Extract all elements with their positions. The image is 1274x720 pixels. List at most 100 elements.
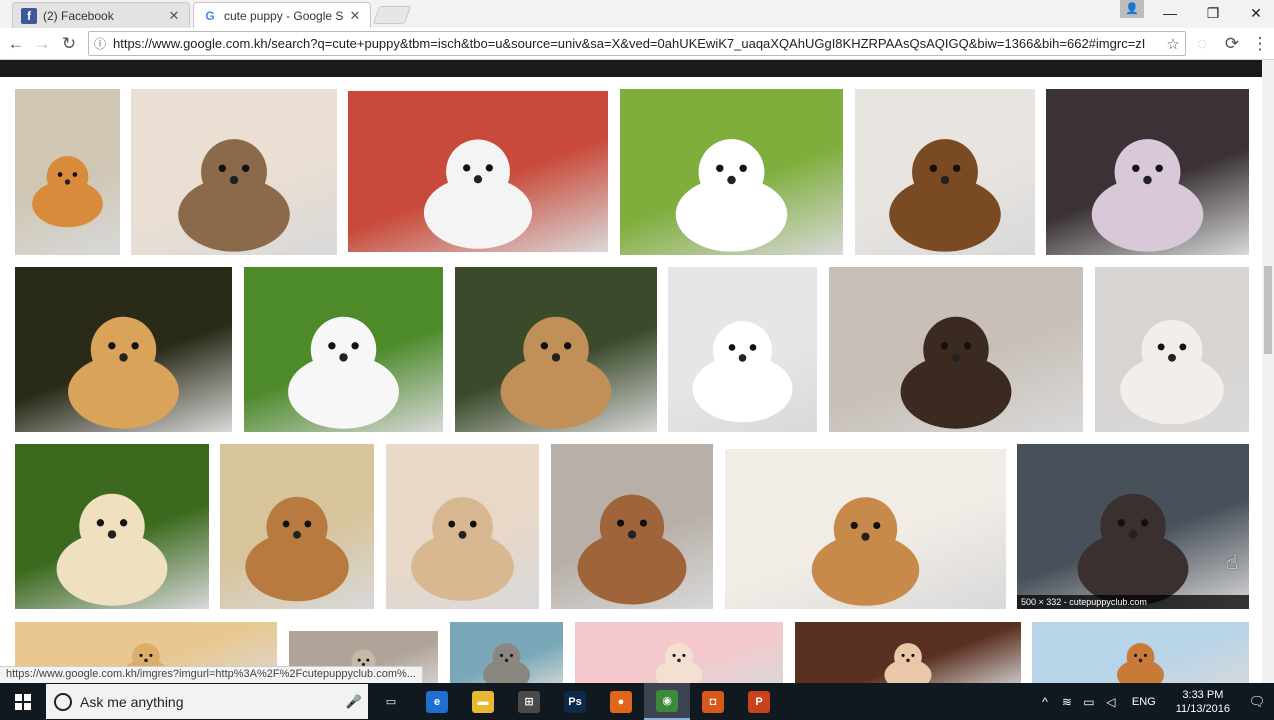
browser-tab-strip: f (2) Facebook ✕ G cute puppy - Google S… xyxy=(0,0,1274,28)
image-result-pomeranian-hand[interactable] xyxy=(131,89,337,255)
taskbar-app-photoshop[interactable]: Ps xyxy=(552,683,598,720)
tab-cute-puppy[interactable]: G cute puppy - Google Sea ✕ xyxy=(193,2,371,28)
puppy-eye xyxy=(749,344,757,351)
puppy-head xyxy=(492,643,521,671)
puppy-eye xyxy=(149,653,153,657)
volume-icon[interactable]: ◁ xyxy=(1100,695,1122,709)
puppy-eye xyxy=(563,342,572,350)
image-result-white-pom-fluffy[interactable] xyxy=(668,267,817,432)
puppy-nose xyxy=(951,353,961,362)
user-profile-icon[interactable]: 👤 xyxy=(1120,0,1144,18)
image-result-teacup-white-puppy[interactable] xyxy=(348,91,608,252)
puppy-nose xyxy=(727,175,736,185)
new-tab-button[interactable] xyxy=(372,6,412,24)
image-result-husky-yawning[interactable]: 500 × 332 - cutepuppyclub.com xyxy=(1017,444,1249,609)
tab-title: (2) Facebook xyxy=(43,8,114,23)
action-center-icon[interactable]: 🗨 xyxy=(1240,694,1274,710)
photoshop-icon: Ps xyxy=(564,690,586,713)
image-result-maltese-in-hand[interactable] xyxy=(1095,267,1249,432)
taskbar-app-powerpoint[interactable]: P xyxy=(736,683,782,720)
microphone-icon[interactable]: 🎤 xyxy=(340,694,368,710)
puppy-eye xyxy=(728,344,736,351)
puppy-eye xyxy=(940,342,949,350)
taskbar-app-edge[interactable]: e xyxy=(414,683,460,720)
tab-facebook[interactable]: f (2) Facebook ✕ xyxy=(12,2,190,28)
image-hover-caption: 500 × 332 - cutepuppyclub.com xyxy=(1017,595,1249,609)
puppy-illustration xyxy=(884,643,932,683)
cortana-search-box[interactable]: Ask me anything 🎤 xyxy=(46,684,368,719)
maximize-button[interactable]: ❐ xyxy=(1193,0,1233,26)
puppy-head xyxy=(1114,139,1181,205)
image-result-golden-puppy-bowtie[interactable] xyxy=(551,444,713,609)
taskbar-app-task-view[interactable]: ▭ xyxy=(368,683,414,720)
language-indicator[interactable]: ENG xyxy=(1132,696,1156,708)
site-info-icon[interactable]: ⓘ xyxy=(89,35,111,52)
puppy-eye xyxy=(540,342,549,350)
close-tab-icon[interactable]: ✕ xyxy=(348,8,362,23)
puppy-eye xyxy=(469,520,477,528)
image-result-bulldog-puppy[interactable] xyxy=(220,444,374,609)
forward-button[interactable]: → xyxy=(30,32,54,56)
puppy-nose xyxy=(504,658,509,663)
reload-button[interactable]: ↻ xyxy=(57,32,81,56)
puppy-illustration xyxy=(32,156,103,228)
address-bar[interactable]: ⓘ https://www.google.com.kh/search?q=cut… xyxy=(88,31,1186,56)
puppy-eye xyxy=(672,653,676,657)
image-result-pink-blanket-puppy[interactable] xyxy=(575,622,783,683)
start-button[interactable] xyxy=(0,683,46,720)
extension-icon[interactable]: ◌ xyxy=(1190,32,1214,56)
image-result-two-puppies-running[interactable] xyxy=(455,267,657,432)
battery-icon[interactable]: ▭ xyxy=(1078,695,1100,709)
puppy-nose xyxy=(1143,175,1152,185)
image-result-beagle-puppy-lying[interactable] xyxy=(855,89,1035,255)
image-result-lab-and-kitten[interactable] xyxy=(15,444,209,609)
taskbar-app-file-explorer[interactable]: ▬ xyxy=(460,683,506,720)
image-result-three-golden-puppies[interactable] xyxy=(15,267,232,432)
wifi-icon[interactable]: ≋ xyxy=(1056,695,1078,709)
image-result-pomeranian-orange[interactable] xyxy=(15,89,120,255)
puppy-nose xyxy=(940,175,950,185)
puppy-head xyxy=(446,139,510,204)
page-scrollbar[interactable] xyxy=(1262,60,1274,683)
edge-icon: e xyxy=(426,690,448,713)
puppy-eye xyxy=(108,342,116,350)
image-result-puppies-basket-partial[interactable] xyxy=(795,622,1021,683)
scroll-thumb[interactable] xyxy=(1264,266,1272,354)
chevron-up-icon[interactable]: ^ xyxy=(1034,695,1056,709)
puppy-eye xyxy=(901,653,905,657)
menu-icon[interactable]: ⋮ xyxy=(1248,32,1272,56)
image-result-gray-puppy-partial[interactable] xyxy=(450,622,563,683)
taskbar-app-app-orange[interactable]: ◘ xyxy=(690,683,736,720)
taskbar-app-chrome[interactable]: ◉ xyxy=(644,683,690,720)
image-result-corgi-partial[interactable] xyxy=(1032,622,1249,683)
puppy-eye xyxy=(682,653,686,657)
puppy-illustration xyxy=(655,643,703,683)
puppy-eye xyxy=(850,521,858,529)
taskbar-app-store[interactable]: ⊞ xyxy=(506,683,552,720)
image-result-white-pom-grass[interactable] xyxy=(620,89,843,255)
image-result-puppies-in-clothes[interactable] xyxy=(1046,89,1249,255)
puppy-illustration xyxy=(692,321,793,423)
puppy-nose xyxy=(293,530,301,539)
close-window-button[interactable]: ✕ xyxy=(1236,0,1274,26)
bookmark-star-icon[interactable]: ☆ xyxy=(1161,35,1185,53)
clock[interactable]: 3:33 PM 11/13/2016 xyxy=(1176,688,1230,716)
puppy-nose xyxy=(64,179,71,185)
url-text[interactable]: https://www.google.com.kh/search?q=cute+… xyxy=(111,36,1161,51)
image-result-white-puppy-duckling[interactable] xyxy=(244,267,443,432)
close-tab-icon[interactable]: ✕ xyxy=(167,8,181,23)
puppy-eye xyxy=(131,342,139,350)
image-result-beagle-walking[interactable] xyxy=(829,267,1083,432)
back-button[interactable]: ← xyxy=(4,32,28,56)
image-result-corgi-sleeping[interactable] xyxy=(725,449,1006,609)
taskbar-app-firefox[interactable]: ● xyxy=(598,683,644,720)
puppy-nose xyxy=(738,354,747,362)
extension-sync-icon[interactable]: ⟳ xyxy=(1220,32,1244,56)
puppy-head xyxy=(432,497,493,558)
image-result-fluffy-beige-puppy[interactable] xyxy=(386,444,539,609)
minimize-button[interactable]: — xyxy=(1150,0,1190,26)
puppy-illustration xyxy=(56,493,168,606)
puppy-head xyxy=(712,321,773,381)
puppy-eye xyxy=(57,172,63,177)
puppy-eye xyxy=(716,164,724,172)
